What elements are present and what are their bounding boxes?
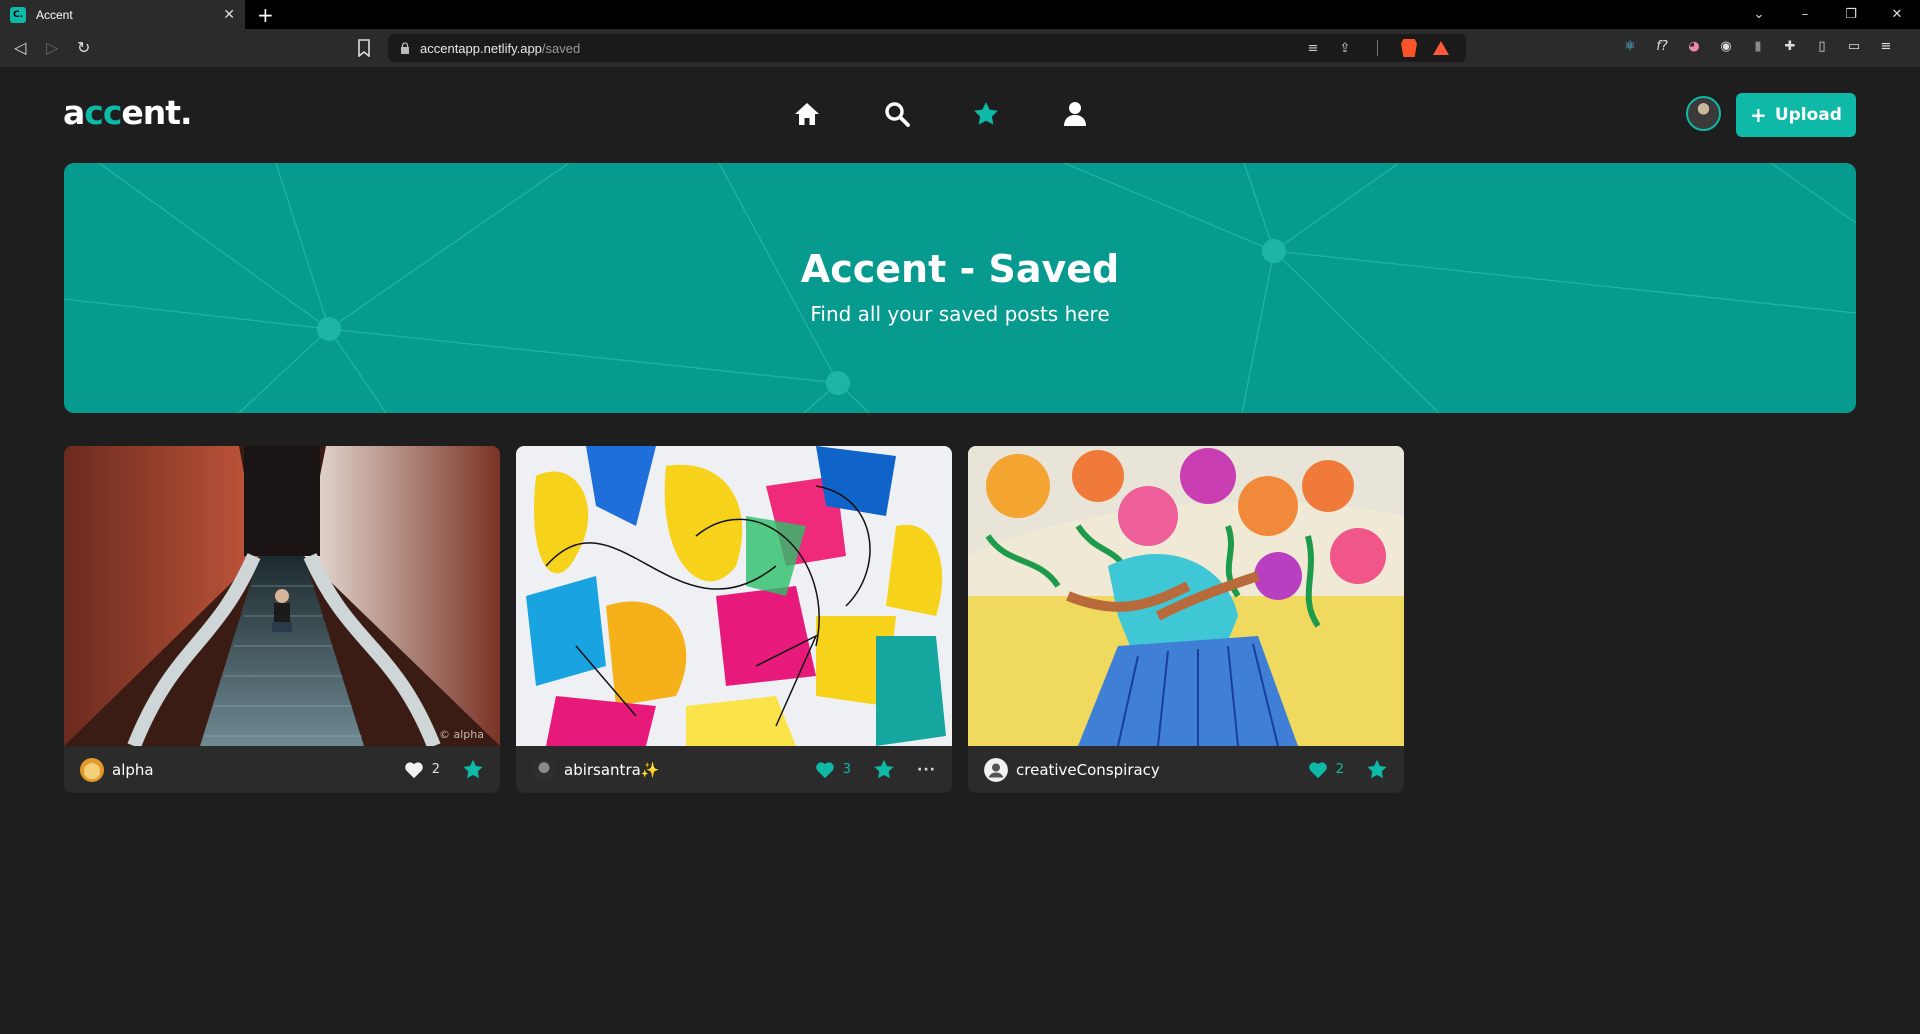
- minimize-icon[interactable]: –: [1782, 0, 1828, 29]
- user-avatar[interactable]: [80, 757, 104, 782]
- saved-star-icon[interactable]: [873, 759, 895, 780]
- like-count: 2: [431, 762, 440, 777]
- saved-star-icon[interactable]: [1366, 759, 1388, 780]
- tab-close-icon[interactable]: ✕: [223, 7, 235, 23]
- post-image-flower-painting[interactable]: [968, 446, 1404, 746]
- bookmark-icon[interactable]: [357, 39, 371, 57]
- new-tab-icon[interactable]: +: [257, 3, 274, 27]
- post-card[interactable]: creativeConspiracy 2: [968, 446, 1404, 793]
- url-path: /saved: [541, 40, 581, 56]
- post-footer: abirsantra✨ 3 ···: [516, 746, 952, 793]
- hero-subtitle: Find all your saved posts here: [810, 302, 1110, 326]
- plus-icon: +: [1750, 103, 1767, 127]
- browser-menu-icon[interactable]: ≡: [1876, 36, 1896, 56]
- nav-saved-star-icon[interactable]: [971, 99, 1001, 129]
- saved-star-icon[interactable]: [462, 759, 484, 780]
- post-image-escalator[interactable]: © alpha: [64, 446, 500, 746]
- post-username[interactable]: alpha: [112, 761, 404, 779]
- post-footer: creativeConspiracy 2: [968, 746, 1404, 793]
- post-username[interactable]: abirsantra✨: [564, 761, 815, 779]
- close-window-icon[interactable]: ✕: [1874, 0, 1920, 29]
- function-extension-icon[interactable]: f?: [1652, 36, 1672, 56]
- react-devtools-icon[interactable]: ⚛: [1620, 36, 1640, 56]
- like-count: 2: [1335, 762, 1344, 777]
- screenshot-extension-icon[interactable]: ◉: [1716, 36, 1736, 56]
- post-image-abstract-paint[interactable]: [516, 446, 952, 746]
- saved-hero-banner: Accent - Saved Find all your saved posts…: [64, 163, 1856, 413]
- post-username[interactable]: creativeConspiracy: [1016, 761, 1308, 779]
- divider: [1368, 39, 1386, 57]
- tab-title: Accent: [36, 7, 73, 22]
- default-user-avatar-icon[interactable]: [984, 757, 1008, 782]
- accent-logo[interactable]: accent.: [63, 93, 193, 132]
- nav-profile-user-icon[interactable]: [1060, 99, 1090, 129]
- current-user-avatar[interactable]: [1686, 96, 1721, 131]
- share-icon[interactable]: ⇪: [1336, 39, 1354, 57]
- logo-accent-part: cc: [84, 93, 122, 132]
- like-count: 3: [842, 762, 852, 777]
- reload-icon[interactable]: ↻: [77, 38, 90, 57]
- more-options-icon[interactable]: ···: [917, 762, 936, 778]
- like-heart-icon[interactable]: [1308, 761, 1328, 779]
- accent-favicon-icon: C.: [10, 6, 26, 23]
- tab-search-chevron-icon[interactable]: ⌄: [1736, 0, 1782, 29]
- lock-icon: [401, 42, 409, 54]
- logo-part: ent.: [121, 93, 192, 132]
- extensions-puzzle-icon[interactable]: ✚: [1780, 36, 1800, 56]
- upload-label: Upload: [1774, 105, 1842, 125]
- sidebar-toggle-icon[interactable]: ▯: [1812, 36, 1832, 56]
- upload-button[interactable]: + Upload: [1736, 93, 1856, 137]
- restore-icon[interactable]: ❐: [1828, 0, 1874, 29]
- like-heart-icon[interactable]: [815, 761, 835, 779]
- back-icon[interactable]: ◁: [14, 38, 26, 57]
- user-avatar[interactable]: [532, 757, 556, 782]
- browser-tab-bar: C. Accent ✕ + ⌄ – ❐ ✕: [0, 0, 1920, 29]
- post-card[interactable]: abirsantra✨ 3 ···: [516, 446, 952, 793]
- like-heart-icon[interactable]: [404, 761, 424, 779]
- photo-watermark: © alpha: [439, 728, 484, 741]
- post-footer: alpha 2: [64, 746, 500, 793]
- brave-shields-icon[interactable]: [1400, 39, 1418, 57]
- hero-title: Accent - Saved: [800, 247, 1120, 291]
- nav-home-icon[interactable]: [792, 99, 822, 129]
- logo-part: a: [63, 93, 85, 132]
- forward-icon[interactable]: ▷: [46, 38, 58, 57]
- address-bar[interactable]: accentapp.netlify.app/saved ≡ ⇪: [388, 34, 1466, 62]
- wallet-icon[interactable]: ▭: [1844, 36, 1864, 56]
- app-page: accent. + Upload Accent - Saved Find all…: [0, 67, 1920, 1034]
- reader-mode-icon[interactable]: ≡: [1304, 39, 1322, 57]
- brave-rewards-icon[interactable]: [1432, 39, 1450, 57]
- dropper-extension-icon[interactable]: ▮: [1748, 36, 1768, 56]
- nav-search-icon[interactable]: [882, 99, 912, 129]
- url-host: accentapp.netlify.app: [420, 40, 542, 56]
- browser-tab[interactable]: C. Accent ✕: [0, 0, 245, 29]
- extensions-bar: ⚛ f? ◕ ◉ ▮ ✚ ▯ ▭ ≡: [1620, 36, 1896, 56]
- color-picker-extension-icon[interactable]: ◕: [1684, 36, 1704, 56]
- post-card[interactable]: © alpha alpha 2: [64, 446, 500, 793]
